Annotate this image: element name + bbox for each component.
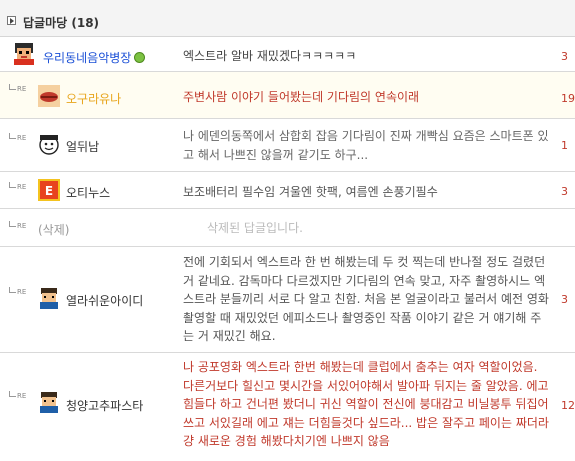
drummer-avatar [14,43,34,65]
reply-author[interactable]: 얼뒤남 [66,138,99,155]
reply-author: (삭제) [38,223,70,237]
reply-like-count: 3 [561,185,568,198]
board-title: 답글마당 (18) [23,16,100,30]
reply-indent-icon: RE [9,221,26,230]
face-avatar [39,135,59,155]
reply-text[interactable]: 주변사람 이야기 들어봤는데 기다림의 연속이래 [183,88,551,107]
reply-like-count: 3 [561,50,568,63]
reply-author[interactable]: 청양고추파스타 [66,397,143,414]
reply-author[interactable]: 오티누스 [66,184,110,201]
reply-indent-icon: RE [9,182,26,191]
reply-text[interactable]: 보조배터리 필수임 겨울엔 핫팩, 여름엔 손풍기필수 [183,183,551,202]
lips-avatar [38,85,60,107]
pixel-avatar [40,392,58,413]
reply-row: RE 오구라유나 주변사람 이야기 들어봤는데 기다림의 연속이래 19 [0,72,575,119]
reply-row: RE 열라쉬운아이디 전에 기회되서 엑스트라 한 번 해봤는데 두 컷 찍는데… [0,247,575,353]
board-header: 답글마당 (18) [0,0,575,37]
reply-indent-icon: RE [9,391,26,400]
reply-like-count: 12 [561,399,575,412]
reply-like-count: 1 [561,139,568,152]
reply-row: RE E 오티누스 보조배터리 필수임 겨울엔 핫팩, 여름엔 손풍기필수 3 [0,172,575,209]
badge-avatar: E [38,179,60,201]
pixel-avatar [40,288,58,309]
expand-toggle-icon[interactable] [7,16,16,25]
reply-like-count: 19 [561,92,575,105]
reply-author[interactable]: 오구라유나 [66,90,121,107]
reply-row-deleted: RE (삭제) 삭제된 답글입니다. [0,209,575,247]
reply-text: 삭제된 답글입니다. [207,221,303,235]
svg-text:E: E [45,184,53,198]
reply-text[interactable]: 나 에덴의동쪽에서 삼합회 잡음 기다림이 진짜 개빡심 요즘은 스마트폰 있고… [183,127,551,164]
online-status-icon [134,52,146,63]
reply-row: RE 청양고추파스타 나 공포영화 엑스트라 한번 해봤는데 클럽에서 춤추는 … [0,353,575,461]
reply-row: RE 얼뒤남 나 에덴의동쪽에서 삼합회 잡음 기다림이 진짜 개빡심 요즘은 … [0,119,575,172]
reply-count: (18) [71,16,100,30]
reply-row: 우리동네음악병장 엑스트라 알바 재밌겠다ㅋㅋㅋㅋㅋ 3 [0,37,575,72]
reply-indent-icon: RE [9,287,26,296]
reply-text[interactable]: 전에 기회되서 엑스트라 한 번 해봤는데 두 컷 찍는데 반나절 정도 걸렸던… [183,253,551,346]
reply-author[interactable]: 우리동네음악병장 [43,49,146,66]
reply-author[interactable]: 열라쉬운아이디 [66,292,143,309]
reply-indent-icon: RE [9,84,26,93]
reply-text[interactable]: 나 공포영화 엑스트라 한번 해봤는데 클럽에서 춤추는 여자 역할이었음. 다… [183,358,551,451]
reply-like-count: 3 [561,293,568,306]
reply-indent-icon: RE [9,133,26,142]
reply-text[interactable]: 엑스트라 알바 재밌겠다ㅋㅋㅋㅋㅋ [183,47,551,66]
